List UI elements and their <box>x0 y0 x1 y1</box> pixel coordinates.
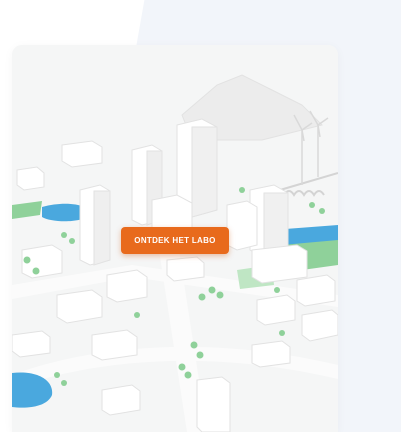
hero-card: ONTDEK HET LABO <box>12 45 338 432</box>
discover-lab-button[interactable]: ONTDEK HET LABO <box>121 227 229 254</box>
